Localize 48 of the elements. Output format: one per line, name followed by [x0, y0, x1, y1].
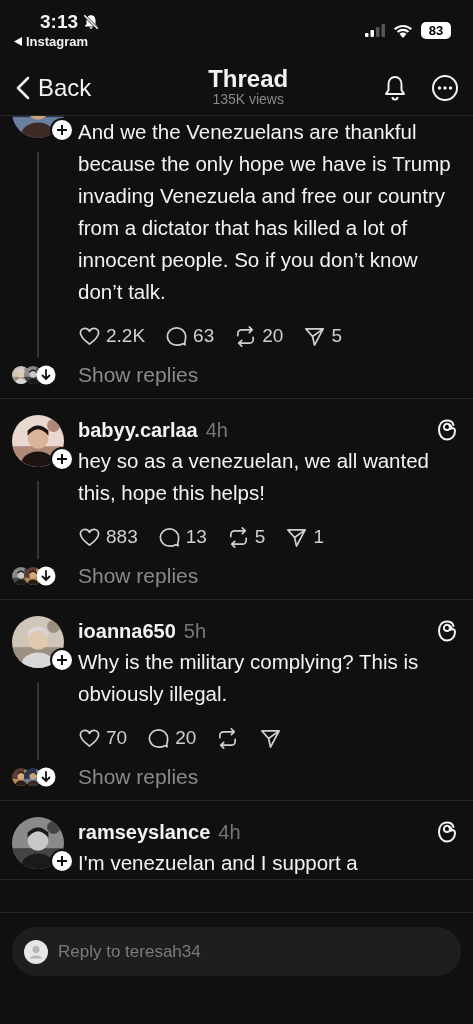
- reply-field[interactable]: Reply to teresah34: [12, 927, 461, 976]
- post-text: I'm venezuelan and I support a: [78, 850, 359, 876]
- comment-count: 20: [175, 725, 197, 750]
- like-count: 70: [106, 725, 128, 750]
- chevron-left-icon: [16, 75, 30, 100]
- show-replies-link[interactable]: Show replies: [78, 560, 199, 592]
- like-count: 2.2K: [106, 323, 146, 348]
- back-to-app-link[interactable]: Instagram: [26, 35, 89, 48]
- user-icon: [24, 940, 48, 964]
- username[interactable]: ioanna650: [78, 616, 176, 646]
- more-icon[interactable]: [431, 73, 459, 102]
- comment-icon[interactable]: [147, 726, 171, 750]
- battery-indicator: 83: [421, 21, 451, 39]
- follow-plus-icon[interactable]: [50, 447, 74, 471]
- follow-plus-icon[interactable]: [50, 849, 74, 873]
- muted-bell-icon: [82, 12, 101, 31]
- follow-plus-icon[interactable]: [50, 648, 74, 672]
- page-title: Thread: [208, 67, 289, 92]
- comment-icon[interactable]: [157, 525, 181, 549]
- post-time: 4h: [205, 418, 228, 443]
- comment-count: 13: [185, 524, 207, 549]
- like-count: 883: [106, 524, 138, 549]
- username[interactable]: ramseyslance: [78, 817, 211, 847]
- repost-count: 20: [262, 323, 284, 348]
- post-time: 4h: [218, 820, 241, 845]
- wifi-icon: [393, 22, 413, 38]
- at-sign-icon[interactable]: [437, 419, 457, 441]
- post-text: Why is the military complying? This is obviously illegal.: [78, 649, 420, 707]
- post-time: 5h: [183, 619, 207, 644]
- share-count: 5: [331, 323, 342, 348]
- back-triangle-icon[interactable]: [14, 37, 22, 46]
- comment-icon[interactable]: [165, 324, 189, 348]
- at-sign-icon[interactable]: [437, 620, 457, 642]
- at-sign-icon[interactable]: [437, 821, 457, 843]
- view-count: 135K views: [212, 91, 284, 108]
- bell-icon[interactable]: [383, 74, 407, 101]
- comment-count: 63: [193, 323, 215, 348]
- follow-plus-icon[interactable]: [50, 118, 74, 142]
- username[interactable]: babyy.carlaa: [78, 415, 198, 445]
- post-text: And we the Venezuelans are thankful because the only hope we have is Trump invading Venezuela and free our country from a dictator that has killed a lot of innocent people. So if you don’t know don’t talk.: [78, 119, 452, 305]
- show-replies-link[interactable]: Show replies: [78, 359, 199, 391]
- show-replies-link[interactable]: Show replies: [78, 761, 199, 793]
- back-button[interactable]: Back: [16, 69, 92, 106]
- signal-icon: [365, 23, 385, 37]
- share-count: 1: [313, 524, 324, 549]
- post-text: hey so as a venezuelan, we all wanted this, hope this helps!: [78, 448, 430, 506]
- clock-time: 3:13: [40, 12, 79, 31]
- repost-count: 5: [254, 524, 266, 549]
